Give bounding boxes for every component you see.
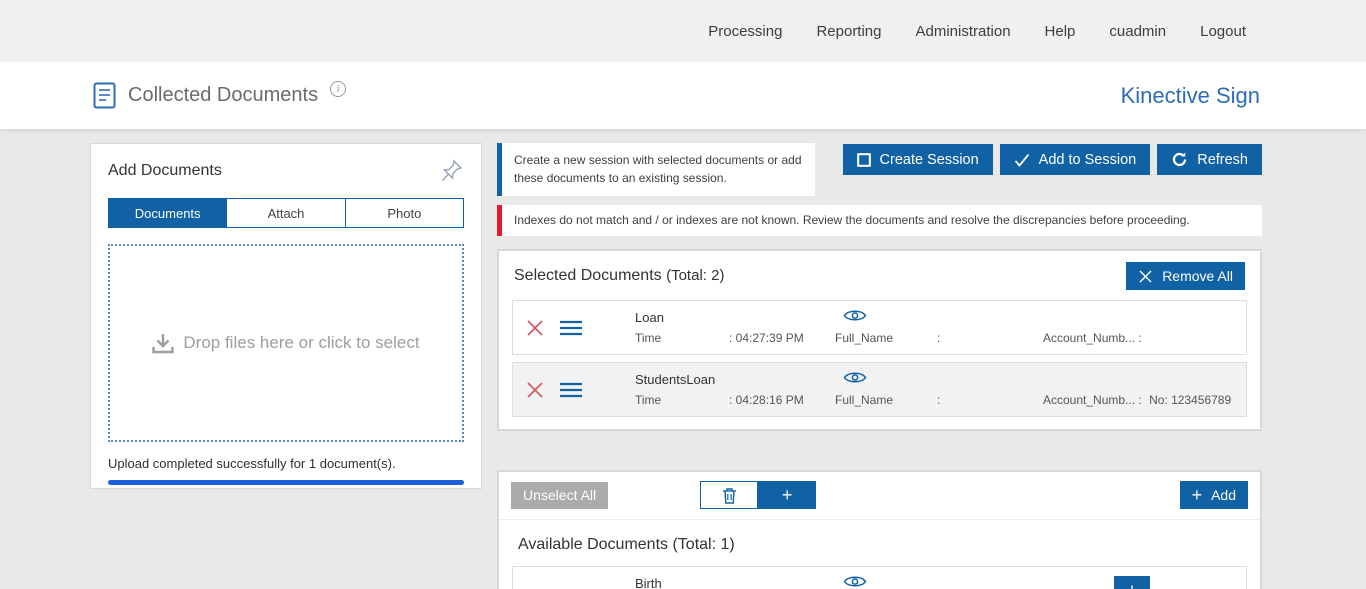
check-icon xyxy=(1014,153,1030,167)
upload-progress-bar xyxy=(108,480,464,485)
account-label: Account_Numb... : xyxy=(1043,331,1142,345)
fullname-label: Full_Name xyxy=(835,331,893,345)
page: Processing Reporting Administration Help… xyxy=(0,0,1366,589)
plus-icon: + xyxy=(1192,486,1203,504)
fullname-separator: : xyxy=(937,393,940,407)
index-mismatch-warning: Indexes do not match and / or indexes ar… xyxy=(497,205,1262,236)
file-dropzone[interactable]: Drop files here or click to select xyxy=(108,244,464,442)
remove-row-icon[interactable] xyxy=(525,380,545,400)
info-icon[interactable]: i xyxy=(330,81,346,97)
x-icon xyxy=(1138,269,1153,284)
fullname-separator: : xyxy=(937,331,940,345)
preview-eye-icon[interactable] xyxy=(843,370,867,385)
plus-button[interactable]: + xyxy=(758,481,816,509)
table-row: Loan Time : 04:27:39 PM Full_Name : Acco… xyxy=(512,300,1247,355)
create-session-label: Create Session xyxy=(880,152,979,168)
tab-documents[interactable]: Documents xyxy=(109,199,226,227)
page-title: Collected Documents xyxy=(128,84,318,107)
account-value: No: 123456789 xyxy=(1149,393,1231,407)
session-actions: Create Session Add to Session Refresh xyxy=(843,144,1262,175)
square-icon xyxy=(857,153,871,167)
remove-all-label: Remove All xyxy=(1162,268,1233,284)
add-label: Add xyxy=(1211,487,1236,503)
document-name: Loan xyxy=(635,310,664,325)
document-name: Birth xyxy=(635,576,662,589)
pin-icon[interactable] xyxy=(440,158,464,184)
session-info-message: Create a new session with selected docum… xyxy=(497,143,815,196)
create-session-button[interactable]: Create Session xyxy=(843,144,993,175)
toolbar-button-group: + xyxy=(700,481,816,509)
add-documents-card: Add Documents Documents Attach Photo xyxy=(90,143,482,489)
plus-icon: + xyxy=(782,486,793,504)
trash-icon xyxy=(722,487,737,504)
add-to-session-button[interactable]: Add to Session xyxy=(1000,144,1151,175)
document-name: StudentsLoan xyxy=(635,372,715,387)
time-label: Time xyxy=(635,393,661,407)
time-label: Time xyxy=(635,331,661,345)
remove-all-button[interactable]: Remove All xyxy=(1126,262,1245,290)
nav-reporting[interactable]: Reporting xyxy=(816,23,881,40)
nav-user-cuadmin[interactable]: cuadmin xyxy=(1109,23,1166,40)
plus-icon: + xyxy=(1127,580,1138,589)
account-label: Account_Numb... : xyxy=(1043,393,1142,407)
upload-status-text: Upload completed successfully for 1 docu… xyxy=(108,456,464,471)
refresh-button[interactable]: Refresh xyxy=(1157,144,1262,175)
add-documents-tabs: Documents Attach Photo xyxy=(108,198,464,228)
unselect-all-button[interactable]: Unselect All xyxy=(511,482,608,509)
table-row: StudentsLoan Time : 04:28:16 PM Full_Nam… xyxy=(512,362,1247,417)
preview-eye-icon[interactable] xyxy=(843,574,867,589)
account-number-field: Account_Numb... : No: 123456789 xyxy=(1043,393,1231,407)
time-value: : 04:27:39 PM xyxy=(729,331,804,345)
account-number-field: Account_Numb... : xyxy=(1043,331,1146,345)
add-button[interactable]: + Add xyxy=(1180,481,1248,509)
nav-administration[interactable]: Administration xyxy=(916,23,1011,40)
delete-button[interactable] xyxy=(700,481,758,509)
table-row: Birth + xyxy=(512,566,1247,589)
available-documents-title-text: Available Documents xyxy=(518,536,668,553)
nav-processing[interactable]: Processing xyxy=(708,23,782,40)
selected-documents-title: Selected Documents (Total: 2) xyxy=(514,267,724,285)
tab-attach[interactable]: Attach xyxy=(226,199,344,227)
selected-documents-total: (Total: 2) xyxy=(666,267,724,284)
nav-help[interactable]: Help xyxy=(1045,23,1076,40)
brand-kinective-sign: Kinective Sign xyxy=(1121,83,1260,109)
available-documents-title: Available Documents (Total: 1) xyxy=(499,520,1260,566)
fullname-label: Full_Name xyxy=(835,393,893,407)
dropzone-text: Drop files here or click to select xyxy=(183,333,419,353)
selected-documents-title-text: Selected Documents xyxy=(514,267,662,284)
refresh-label: Refresh xyxy=(1197,152,1248,168)
header: Collected Documents i Kinective Sign xyxy=(0,62,1366,129)
preview-eye-icon[interactable] xyxy=(843,308,867,323)
available-documents-total: (Total: 1) xyxy=(672,536,734,553)
add-single-document-button[interactable]: + xyxy=(1114,576,1150,589)
refresh-icon xyxy=(1171,151,1188,168)
drag-handle-icon[interactable] xyxy=(559,382,583,398)
drag-handle-icon[interactable] xyxy=(559,320,583,336)
selected-documents-panel: Selected Documents (Total: 2) Remove All xyxy=(497,249,1262,431)
add-documents-title: Add Documents xyxy=(108,158,222,180)
upload-tray-icon xyxy=(152,333,174,354)
time-value: : 04:28:16 PM xyxy=(729,393,804,407)
top-nav: Processing Reporting Administration Help… xyxy=(0,0,1366,62)
add-to-session-label: Add to Session xyxy=(1039,152,1137,168)
tab-photo[interactable]: Photo xyxy=(345,199,463,227)
available-documents-panel: Unselect All + + xyxy=(497,470,1262,589)
remove-row-icon[interactable] xyxy=(525,318,545,338)
available-documents-toolbar: Unselect All + + xyxy=(499,472,1260,520)
nav-logout[interactable]: Logout xyxy=(1200,23,1246,40)
document-icon xyxy=(93,82,116,109)
